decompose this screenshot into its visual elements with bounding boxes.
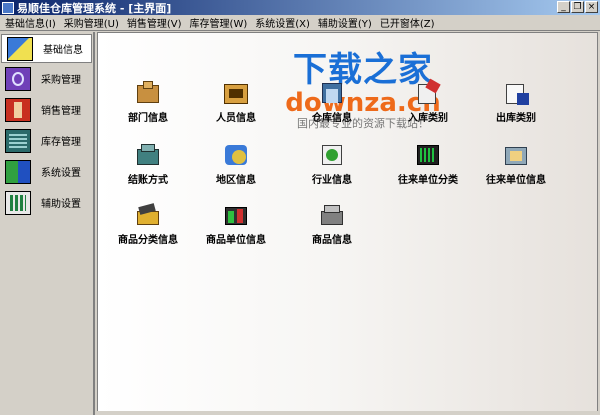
sidebar-item-system-settings[interactable]: 系统设置 (0, 156, 93, 187)
menu-bar: 基础信息(I) 采购管理(U) 销售管理(V) 库存管理(W) 系统设置(X) … (0, 15, 600, 31)
status-bar (97, 411, 598, 415)
partner-info-icon (503, 143, 529, 167)
tile-partner-category[interactable]: 往来单位分类 (388, 143, 468, 186)
tile-label: 行业信息 (312, 175, 352, 186)
main-panel: 下载之家 downza.cn 国内最专业的资源下载站！ 部门信息 人员信息 仓库… (97, 32, 598, 412)
sidebar-item-inventory[interactable]: 库存管理 (0, 125, 93, 156)
sidebar-item-sales[interactable]: 销售管理 (0, 94, 93, 125)
tile-label: 地区信息 (216, 175, 256, 186)
tile-settlement[interactable]: 结账方式 (108, 143, 188, 186)
tile-industry[interactable]: 行业信息 (292, 143, 372, 186)
tile-partner-info[interactable]: 往来单位信息 (476, 143, 556, 186)
tile-label: 结账方式 (128, 175, 168, 186)
department-icon (135, 81, 161, 105)
close-button[interactable]: × (585, 1, 598, 13)
tile-label: 仓库信息 (312, 113, 352, 124)
tile-warehouse[interactable]: 仓库信息 (292, 81, 372, 124)
product-category-icon (135, 203, 161, 227)
restore-button[interactable]: ❐ (571, 1, 584, 13)
sidebar-item-purchase[interactable]: 采购管理 (0, 63, 93, 94)
window-controls: _ ❐ × (557, 1, 598, 13)
tile-outbound-type[interactable]: 出库类别 (476, 81, 556, 124)
menu-purchase[interactable]: 采购管理(U) (61, 15, 124, 30)
partner-category-icon (415, 143, 441, 167)
tile-label: 入库类别 (408, 113, 448, 124)
tile-label: 部门信息 (128, 113, 168, 124)
menu-inventory[interactable]: 库存管理(W) (187, 15, 253, 30)
title-bar[interactable]: 易顺佳仓库管理系统 - [主界面] _ ❐ × (0, 0, 600, 15)
sidebar-item-label: 库存管理 (41, 137, 81, 148)
menu-system-settings[interactable]: 系统设置(X) (252, 15, 315, 30)
tile-label: 商品单位信息 (206, 235, 266, 246)
tile-product-unit[interactable]: 商品单位信息 (196, 203, 276, 246)
tile-inbound-type[interactable]: 入库类别 (388, 78, 468, 124)
menu-open-windows[interactable]: 已开窗体(Z) (377, 15, 440, 30)
sidebar-item-label: 销售管理 (41, 106, 81, 117)
sidebar-item-basic-info[interactable]: 基础信息 (1, 34, 92, 63)
window-title: 易顺佳仓库管理系统 - [主界面] (17, 1, 172, 15)
tile-product-info[interactable]: 商品信息 (292, 203, 372, 246)
system-settings-icon (5, 159, 31, 184)
minimize-button[interactable]: _ (557, 1, 570, 13)
app-icon (2, 1, 14, 14)
warehouse-icon (319, 81, 345, 105)
sidebar-item-label: 采购管理 (41, 75, 81, 86)
tile-label: 往来单位信息 (486, 175, 546, 186)
sidebar: 基础信息 采购管理 销售管理 库存管理 系统设置 辅助设置 (0, 32, 95, 415)
sidebar-item-aux-settings[interactable]: 辅助设置 (0, 187, 93, 218)
menu-basic-info[interactable]: 基础信息(I) (2, 15, 61, 30)
inbound-type-icon (415, 78, 441, 105)
menu-aux-settings[interactable]: 辅助设置(Y) (315, 15, 377, 30)
tile-department[interactable]: 部门信息 (108, 81, 188, 124)
settlement-icon (135, 143, 161, 167)
tile-product-category[interactable]: 商品分类信息 (108, 203, 188, 246)
region-icon (223, 143, 249, 167)
basic-info-icon (7, 36, 33, 61)
tile-label: 商品信息 (312, 235, 352, 246)
tile-label: 出库类别 (496, 113, 536, 124)
purchase-icon (5, 66, 31, 91)
sidebar-item-label: 基础信息 (43, 45, 83, 56)
tile-personnel[interactable]: 人员信息 (196, 81, 276, 124)
inventory-icon (5, 128, 31, 153)
sales-icon (5, 97, 31, 122)
tile-label: 往来单位分类 (398, 175, 458, 186)
menu-sales[interactable]: 销售管理(V) (124, 15, 187, 30)
outbound-type-icon (503, 81, 529, 105)
tile-label: 商品分类信息 (118, 235, 178, 246)
aux-settings-icon (5, 190, 31, 215)
product-info-icon (319, 203, 345, 227)
sidebar-item-label: 辅助设置 (41, 199, 81, 210)
product-unit-icon (223, 203, 249, 227)
sidebar-item-label: 系统设置 (41, 168, 81, 179)
tile-label: 人员信息 (216, 113, 256, 124)
industry-icon (319, 143, 345, 167)
personnel-icon (223, 81, 249, 105)
tile-region[interactable]: 地区信息 (196, 143, 276, 186)
